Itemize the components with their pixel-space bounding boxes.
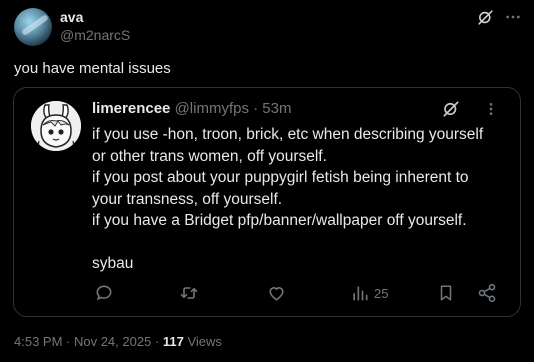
quote-text-line: your transness, off yourself.: [92, 190, 283, 208]
views-button[interactable]: 25: [350, 282, 388, 304]
quote-text-line: if you post about your puppygirl fetish …: [92, 169, 469, 186]
reply-icon: [96, 285, 112, 301]
quote-text-line: or other trans women, off yourself.: [92, 147, 327, 165]
share-button[interactable]: [477, 282, 497, 304]
more-vertical-icon[interactable]: [482, 100, 500, 118]
more-icon[interactable]: [504, 8, 522, 26]
like-button[interactable]: [266, 282, 287, 304]
author-avatar[interactable]: [14, 8, 52, 46]
avatar-decoration: [20, 13, 50, 37]
quote-text-line: sybau: [92, 255, 134, 272]
quote-action-bar: 25: [92, 282, 504, 306]
quote-text-line: [92, 232, 512, 254]
quote-author-avatar[interactable]: [31, 101, 81, 151]
quote-author-line: limerencee @limmyfps · 53m: [92, 100, 291, 117]
heart-icon: [269, 287, 284, 301]
post-text: you have mental issues: [14, 60, 171, 77]
post-header-actions: [476, 8, 522, 26]
quote-text-line: if you use -hon, troon, brick, etc when …: [92, 126, 484, 143]
views-count: 25: [374, 285, 389, 301]
post: ava @m2narcS you have mental issues lime…: [0, 0, 534, 362]
repost-button[interactable]: [178, 282, 200, 304]
quote-text-line: if you have a Bridget pfp/banner/wallpap…: [92, 212, 467, 229]
quoted-post[interactable]: limerencee @limmyfps · 53m if you use -h…: [13, 87, 521, 317]
author-name[interactable]: ava: [60, 9, 83, 25]
bookmark-button[interactable]: [437, 282, 455, 304]
grok-icon[interactable]: [476, 8, 494, 26]
post-views-label: Views: [183, 334, 222, 349]
quote-text: if you use -hon, troon, brick, etc when …: [92, 124, 512, 275]
share-icon: [478, 283, 496, 303]
author-handle[interactable]: @m2narcS: [60, 27, 130, 43]
repost-icon: [180, 287, 198, 299]
post-metadata: 4:53 PM · Nov 24, 2025 · 117 Views: [14, 334, 222, 349]
grok-icon[interactable]: [442, 100, 460, 118]
quote-author-name[interactable]: limerencee: [92, 100, 170, 117]
views-icon: [353, 286, 368, 301]
quote-post-time[interactable]: · 53m: [253, 100, 291, 117]
bookmark-icon: [440, 285, 452, 301]
quote-header-actions: [442, 100, 500, 118]
post-views-count: 117: [162, 334, 184, 349]
quote-author-handle[interactable]: @limmyfps: [175, 100, 249, 117]
post-timestamp[interactable]: 4:53 PM · Nov 24, 2025 ·: [14, 334, 163, 349]
reply-button[interactable]: [94, 282, 114, 304]
